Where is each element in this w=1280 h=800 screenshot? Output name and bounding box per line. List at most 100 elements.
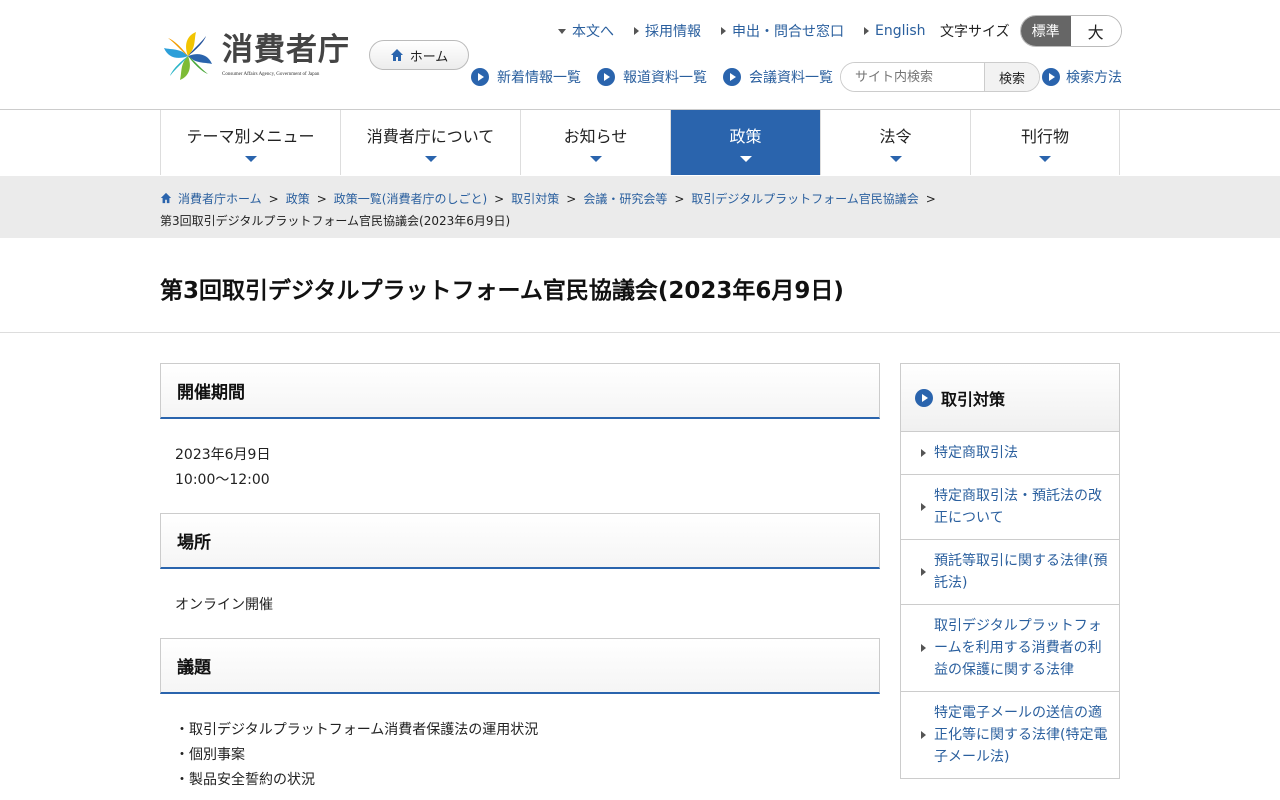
breadcrumb-separator: > — [494, 192, 505, 206]
english-link[interactable]: English — [864, 23, 926, 39]
breadcrumb-transaction[interactable]: 取引対策 — [511, 192, 559, 206]
caret-down-icon — [889, 156, 902, 162]
skip-to-content-link[interactable]: 本文へ — [558, 21, 614, 41]
sidebar-item-label: 特定電子メールの送信の適正化等に関する法律(特定電子メール法) — [934, 705, 1108, 765]
search-button[interactable]: 検索 — [984, 63, 1039, 91]
arrow-circle-icon — [723, 68, 741, 86]
search-help-link[interactable]: 検索方法 — [1042, 67, 1122, 87]
section-heading-place: 場所 — [160, 513, 880, 569]
sidebar-item-platform-law[interactable]: 取引デジタルプラットフォームを利用する消費者の利益の保護に関する法律 — [901, 605, 1119, 692]
utility-nav: 本文へ 採用情報 申出・問合せ窓口 English — [558, 22, 926, 40]
font-size-large-button[interactable]: 大 — [1070, 16, 1121, 46]
sidebar-item-email-law[interactable]: 特定電子メールの送信の適正化等に関する法律(特定電子メール法) — [901, 692, 1119, 779]
breadcrumb-bar: 消費者庁ホーム > 政策 > 政策一覧(消費者庁のしごと) > 取引対策 > 会議・研究会等 > 取… — [0, 176, 1280, 238]
breadcrumb: 消費者庁ホーム > 政策 > 政策一覧(消費者庁のしごと) > 取引対策 > 会議・研究会等 > 取… — [160, 188, 1120, 232]
caret-right-icon — [921, 503, 926, 511]
arrow-circle-icon — [1042, 68, 1060, 86]
gnav-policy[interactable]: 政策 — [671, 110, 821, 175]
global-nav: テーマ別メニュー 消費者庁について お知らせ 政策 法令 刊行物 — [160, 110, 1120, 175]
breadcrumb-separator: > — [268, 192, 279, 206]
caret-down-icon — [589, 156, 602, 162]
contact-link[interactable]: 申出・問合せ窓口 — [721, 21, 844, 41]
pinwheel-logo-icon — [164, 32, 212, 80]
site-header: 消費者庁 Consumer Affairs Agency, Government… — [0, 0, 1280, 110]
caret-right-icon — [921, 568, 926, 576]
agenda-item: ・個別事案 — [175, 747, 245, 763]
main-content: 開催期間 2023年6月9日 10:00～12:00 場所 オンライン開催 議題… — [160, 363, 880, 793]
agenda-item: ・取引デジタルプラットフォーム消費者保護法の運用状況 — [175, 722, 539, 738]
breadcrumb-current: 第3回取引デジタルプラットフォーム官民協議会(2023年6月9日) — [160, 214, 511, 228]
sidebar-heading: 取引対策 — [901, 364, 1119, 432]
breadcrumb-policy[interactable]: 政策 — [286, 192, 310, 206]
gnav-news[interactable]: お知らせ — [521, 110, 671, 175]
gnav-label: テーマ別メニュー — [186, 127, 315, 146]
caret-down-icon — [244, 156, 257, 162]
breadcrumb-council[interactable]: 取引デジタルプラットフォーム官民協議会 — [691, 192, 918, 206]
date-line: 2023年6月9日 — [175, 447, 271, 463]
gnav-publications[interactable]: 刊行物 — [971, 110, 1120, 175]
gnav-label: 刊行物 — [1020, 127, 1069, 146]
sidebar-item-tokushoho[interactable]: 特定商取引法 — [901, 432, 1119, 475]
breadcrumb-separator: > — [925, 192, 936, 206]
caret-down-icon — [739, 156, 752, 162]
sub-link-label: 新着情報一覧 — [497, 70, 581, 86]
breadcrumb-separator: > — [316, 192, 327, 206]
time-line: 10:00～12:00 — [175, 472, 270, 488]
place-text: オンライン開催 — [175, 597, 273, 613]
caret-down-icon — [424, 156, 437, 162]
breadcrumb-separator: > — [566, 192, 577, 206]
arrow-circle-icon — [597, 68, 615, 86]
gnav-laws[interactable]: 法令 — [821, 110, 971, 175]
arrow-circle-icon — [915, 388, 933, 407]
section-heading-date: 開催期間 — [160, 363, 880, 419]
recruit-link[interactable]: 採用情報 — [634, 21, 701, 41]
press-list-link[interactable]: 報道資料一覧 — [597, 67, 707, 87]
font-size-toggle: 標準 大 — [1019, 15, 1122, 47]
home-button-label: ホーム — [409, 49, 449, 65]
sidebar-heading-label: 取引対策 — [941, 389, 1006, 409]
gnav-theme-menu[interactable]: テーマ別メニュー — [161, 110, 341, 175]
section-body-date: 2023年6月9日 10:00～12:00 — [160, 419, 880, 513]
caret-right-icon — [921, 644, 926, 652]
util-link-label: 申出・問合せ窓口 — [732, 24, 844, 40]
font-size-normal-button[interactable]: 標準 — [1020, 16, 1071, 46]
sub-link-label: 会議資料一覧 — [749, 70, 833, 86]
section-body-agenda: ・取引デジタルプラットフォーム消費者保護法の運用状況 ・個別事案 ・製品安全誓約… — [160, 694, 880, 793]
logo-text: 消費者庁 — [222, 32, 350, 68]
util-link-label: 本文へ — [572, 24, 614, 40]
caret-down-icon — [558, 28, 566, 34]
arrow-circle-icon — [471, 68, 489, 86]
home-icon — [390, 49, 403, 61]
font-size-switcher: 文字サイズ 標準 大 — [940, 15, 1122, 47]
breadcrumb-separator: > — [674, 192, 685, 206]
breadcrumb-policy-list[interactable]: 政策一覧(消費者庁のしごと) — [334, 192, 487, 206]
caret-right-icon — [921, 731, 926, 739]
news-list-link[interactable]: 新着情報一覧 — [471, 67, 581, 87]
sidebar-item-law-revision[interactable]: 特定商取引法・預託法の改正について — [901, 475, 1119, 540]
sidebar: 取引対策 特定商取引法 特定商取引法・預託法の改正について 預託等取引に関する法… — [900, 363, 1120, 779]
util-link-label: 採用情報 — [645, 24, 701, 40]
sidebar-item-deposit-law[interactable]: 預託等取引に関する法律(預託法) — [901, 540, 1119, 605]
sidebar-item-label: 特定商取引法 — [934, 445, 1018, 461]
gnav-label: 消費者庁について — [366, 127, 495, 146]
gnav-label: 法令 — [879, 127, 912, 146]
sidebar-item-label: 預託等取引に関する法律(預託法) — [934, 553, 1108, 591]
site-logo[interactable]: 消費者庁 Consumer Affairs Agency, Government… — [160, 30, 350, 82]
sidebar-item-label: 特定商取引法・預託法の改正について — [934, 488, 1102, 526]
logo-subtitle: Consumer Affairs Agency, Government of J… — [222, 72, 320, 77]
gnav-about[interactable]: 消費者庁について — [341, 110, 521, 175]
page-title: 第3回取引デジタルプラットフォーム官民協議会(2023年6月9日) — [160, 278, 844, 304]
search-help-label: 検索方法 — [1066, 70, 1122, 86]
caret-right-icon — [864, 27, 869, 35]
search-input[interactable] — [841, 63, 984, 91]
title-area: 第3回取引デジタルプラットフォーム官民協議会(2023年6月9日) — [0, 238, 1280, 333]
home-button[interactable]: ホーム — [369, 40, 469, 70]
agenda-item: ・製品安全誓約の状況 — [175, 772, 315, 788]
sub-link-label: 報道資料一覧 — [623, 70, 707, 86]
caret-right-icon — [634, 27, 639, 35]
breadcrumb-meetings[interactable]: 会議・研究会等 — [583, 192, 667, 206]
meeting-list-link[interactable]: 会議資料一覧 — [723, 67, 833, 87]
breadcrumb-home[interactable]: 消費者庁ホーム — [178, 192, 262, 206]
font-size-label: 文字サイズ — [940, 24, 1010, 40]
sidebar-item-label: 取引デジタルプラットフォームを利用する消費者の利益の保護に関する法律 — [934, 618, 1102, 678]
